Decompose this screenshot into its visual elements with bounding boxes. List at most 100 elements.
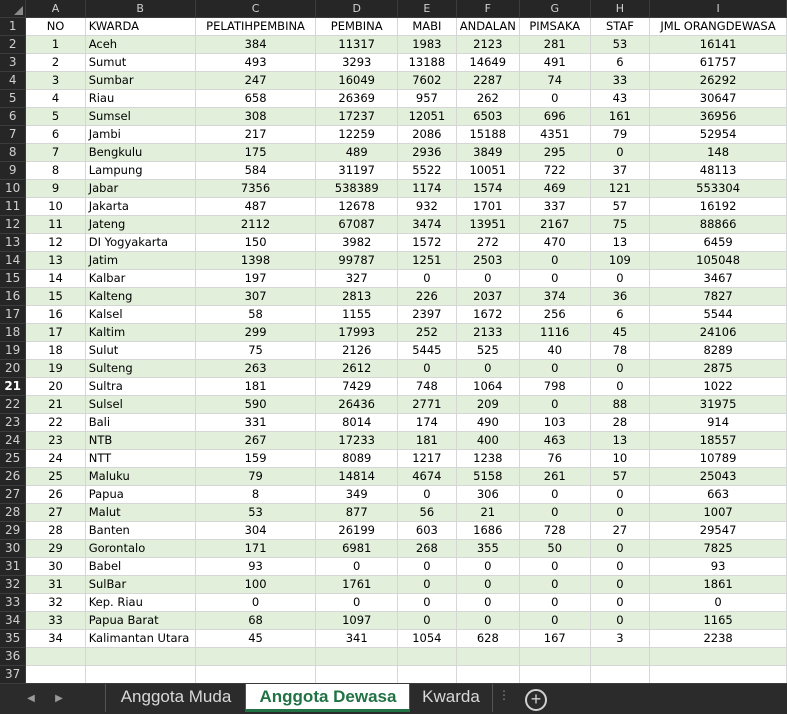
cell-andalan[interactable]: 2503 xyxy=(456,251,520,270)
column-title-staf[interactable]: STAF xyxy=(590,17,651,36)
empty-cell[interactable] xyxy=(590,647,651,666)
cell-jml[interactable]: 7825 xyxy=(649,539,787,558)
cell-jml[interactable]: 88866 xyxy=(649,215,787,234)
cell-pimsaka[interactable]: 337 xyxy=(519,197,591,216)
cell-kwarda[interactable]: Gorontalo xyxy=(85,539,196,558)
cell-pembina[interactable]: 8014 xyxy=(315,413,398,432)
cell-pimsaka[interactable]: 2167 xyxy=(519,215,591,234)
cell-kwarda[interactable]: Bengkulu xyxy=(85,143,196,162)
column-header-h[interactable]: H xyxy=(590,0,651,18)
cell-pelatihpembina[interactable]: 384 xyxy=(195,35,317,54)
cell-pelatihpembina[interactable]: 75 xyxy=(195,341,317,360)
cell-mabi[interactable]: 2086 xyxy=(397,125,457,144)
cell-kwarda[interactable]: DI Yogyakarta xyxy=(85,233,196,252)
cell-pelatihpembina[interactable]: 247 xyxy=(195,71,317,90)
cell-no[interactable]: 13 xyxy=(25,251,86,270)
cell-pembina[interactable]: 26436 xyxy=(315,395,398,414)
cell-staf[interactable]: 27 xyxy=(590,521,651,540)
cell-mabi[interactable]: 181 xyxy=(397,431,457,450)
cell-andalan[interactable]: 2287 xyxy=(456,71,520,90)
cell-pembina[interactable]: 327 xyxy=(315,269,398,288)
cell-andalan[interactable]: 400 xyxy=(456,431,520,450)
row-header[interactable]: 9 xyxy=(0,161,27,180)
cell-andalan[interactable]: 6503 xyxy=(456,107,520,126)
cell-staf[interactable]: 161 xyxy=(590,107,651,126)
cell-andalan[interactable]: 525 xyxy=(456,341,520,360)
column-header-e[interactable]: E xyxy=(397,0,457,18)
cell-no[interactable]: 15 xyxy=(25,287,86,306)
row-header[interactable]: 14 xyxy=(0,251,27,270)
cell-jml[interactable]: 48113 xyxy=(649,161,787,180)
cell-no[interactable]: 12 xyxy=(25,233,86,252)
cell-pembina[interactable]: 0 xyxy=(315,593,398,612)
cell-pembina[interactable]: 3293 xyxy=(315,53,398,72)
cell-mabi[interactable]: 0 xyxy=(397,593,457,612)
cell-staf[interactable]: 0 xyxy=(590,503,651,522)
cell-staf[interactable]: 0 xyxy=(590,575,651,594)
row-header[interactable]: 22 xyxy=(0,395,27,414)
cell-pembina[interactable]: 31197 xyxy=(315,161,398,180)
cell-kwarda[interactable]: Jabar xyxy=(85,179,196,198)
cell-kwarda[interactable]: Kaltim xyxy=(85,323,196,342)
row-header[interactable]: 29 xyxy=(0,521,27,540)
empty-cell[interactable] xyxy=(85,647,196,666)
cell-jml[interactable]: 26292 xyxy=(649,71,787,90)
cell-pembina[interactable]: 17237 xyxy=(315,107,398,126)
cell-jml[interactable]: 5544 xyxy=(649,305,787,324)
row-header[interactable]: 10 xyxy=(0,179,27,198)
row-header[interactable]: 37 xyxy=(0,665,27,683)
cell-pembina[interactable]: 2126 xyxy=(315,341,398,360)
cell-no[interactable]: 8 xyxy=(25,161,86,180)
cell-staf[interactable]: 109 xyxy=(590,251,651,270)
cell-staf[interactable]: 0 xyxy=(590,611,651,630)
cell-no[interactable]: 21 xyxy=(25,395,86,414)
cell-pembina[interactable]: 16049 xyxy=(315,71,398,90)
cell-no[interactable]: 14 xyxy=(25,269,86,288)
cell-andalan[interactable]: 2037 xyxy=(456,287,520,306)
row-header[interactable]: 23 xyxy=(0,413,27,432)
cell-pelatihpembina[interactable]: 307 xyxy=(195,287,317,306)
cell-jml[interactable]: 1022 xyxy=(649,377,787,396)
cell-kwarda[interactable]: Malut xyxy=(85,503,196,522)
cell-pembina[interactable]: 12678 xyxy=(315,197,398,216)
cell-staf[interactable]: 0 xyxy=(590,143,651,162)
cell-pimsaka[interactable]: 0 xyxy=(519,359,591,378)
cell-no[interactable]: 17 xyxy=(25,323,86,342)
cell-no[interactable]: 6 xyxy=(25,125,86,144)
cell-pembina[interactable]: 14814 xyxy=(315,467,398,486)
cell-jml[interactable]: 3467 xyxy=(649,269,787,288)
row-header[interactable]: 19 xyxy=(0,341,27,360)
cell-staf[interactable]: 0 xyxy=(590,485,651,504)
cell-no[interactable]: 3 xyxy=(25,71,86,90)
cell-pimsaka[interactable]: 0 xyxy=(519,503,591,522)
cell-andalan[interactable]: 0 xyxy=(456,593,520,612)
cell-kwarda[interactable]: Kep. Riau xyxy=(85,593,196,612)
cell-pimsaka[interactable]: 0 xyxy=(519,593,591,612)
cell-mabi[interactable]: 0 xyxy=(397,359,457,378)
cell-andalan[interactable]: 1672 xyxy=(456,305,520,324)
cell-andalan[interactable]: 209 xyxy=(456,395,520,414)
cell-andalan[interactable]: 306 xyxy=(456,485,520,504)
cell-jml[interactable]: 148 xyxy=(649,143,787,162)
empty-cell[interactable] xyxy=(456,647,520,666)
cell-pembina[interactable]: 877 xyxy=(315,503,398,522)
cell-kwarda[interactable]: Kalteng xyxy=(85,287,196,306)
cell-jml[interactable]: 30647 xyxy=(649,89,787,108)
row-header[interactable]: 35 xyxy=(0,629,27,648)
cell-pelatihpembina[interactable]: 217 xyxy=(195,125,317,144)
cell-jml[interactable]: 1007 xyxy=(649,503,787,522)
empty-cell[interactable] xyxy=(397,647,457,666)
cell-jml[interactable]: 52954 xyxy=(649,125,787,144)
column-title-pimsaka[interactable]: PIMSAKA xyxy=(519,17,591,36)
empty-cell[interactable] xyxy=(397,665,457,683)
row-header[interactable]: 32 xyxy=(0,575,27,594)
cell-no[interactable]: 5 xyxy=(25,107,86,126)
cell-andalan[interactable]: 13951 xyxy=(456,215,520,234)
cell-jml[interactable]: 29547 xyxy=(649,521,787,540)
cell-staf[interactable]: 0 xyxy=(590,359,651,378)
cell-jml[interactable]: 25043 xyxy=(649,467,787,486)
cell-jml[interactable]: 1861 xyxy=(649,575,787,594)
cell-pembina[interactable]: 341 xyxy=(315,629,398,648)
cell-staf[interactable]: 10 xyxy=(590,449,651,468)
cell-staf[interactable]: 121 xyxy=(590,179,651,198)
